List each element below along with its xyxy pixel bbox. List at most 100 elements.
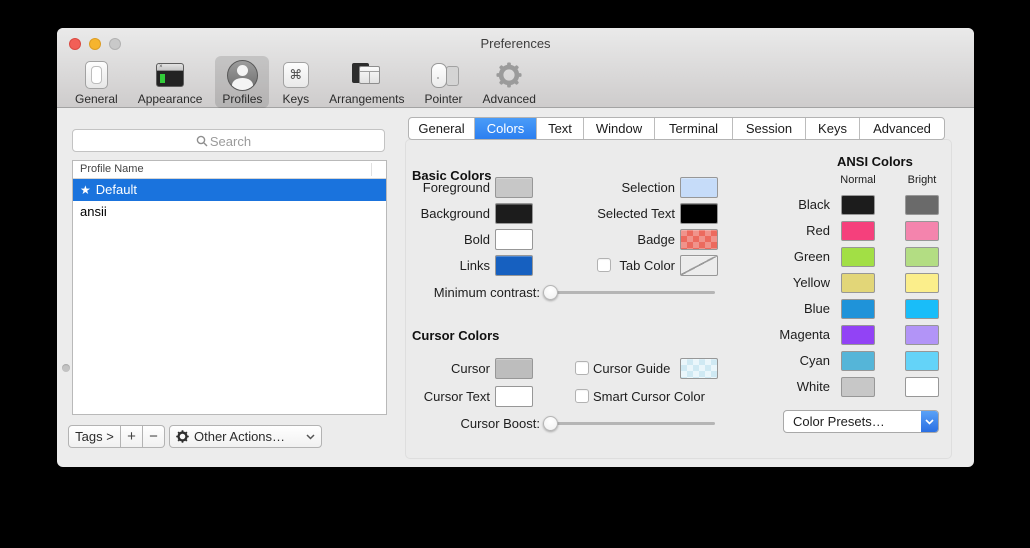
- profile-list: Profile Name ★ Default ansii: [72, 160, 387, 415]
- ansi-white-normal-well[interactable]: [841, 377, 875, 397]
- keys-icon: ⌘: [283, 59, 309, 91]
- ansi-red-bright-well[interactable]: [905, 221, 939, 241]
- smart-cursor-color-checkbox[interactable]: [575, 389, 589, 403]
- background-row: Background: [357, 203, 533, 224]
- toolbar-item-advanced[interactable]: Advanced: [476, 56, 543, 108]
- window-title: Preferences: [57, 36, 974, 51]
- ansi-blue-normal-well[interactable]: [841, 299, 875, 319]
- tab-window[interactable]: Window: [584, 118, 655, 139]
- gear-icon: [496, 59, 522, 91]
- toolbar: General × Appearance Profiles ⌘ Keys: [68, 56, 543, 108]
- ansi-magenta-normal-well[interactable]: [841, 325, 875, 345]
- profile-row-ansii[interactable]: ansii: [73, 201, 386, 223]
- content-area: Profile Name ★ Default ansii Tags > + −: [57, 109, 974, 467]
- bold-row: Bold: [357, 229, 533, 250]
- search-input[interactable]: [73, 130, 388, 153]
- ansi-row-yellow: Yellow: [717, 273, 950, 293]
- profile-list-footer: Tags > + − Other A: [68, 425, 322, 448]
- ansi-magenta-bright-well[interactable]: [905, 325, 939, 345]
- tab-terminal[interactable]: Terminal: [655, 118, 733, 139]
- cursor-guide-color-well[interactable]: [680, 358, 718, 379]
- ansi-row-magenta: Magenta: [717, 325, 950, 345]
- toolbar-item-general[interactable]: General: [68, 56, 125, 108]
- ansi-cyan-bright-well[interactable]: [905, 351, 939, 371]
- badge-row: Badge: [527, 229, 718, 250]
- tab-advanced[interactable]: Advanced: [860, 118, 944, 139]
- profile-tab-bar: General Colors Text Window Terminal Sess…: [408, 117, 945, 140]
- cursor-row: Cursor: [357, 358, 533, 379]
- toolbar-item-keys[interactable]: ⌘ Keys: [275, 56, 316, 108]
- color-presets-dropdown[interactable]: Color Presets…: [783, 410, 939, 433]
- cursor-boost-label-row: Cursor Boost:: [387, 413, 540, 434]
- links-row: Links: [357, 255, 533, 276]
- ansi-yellow-bright-well[interactable]: [905, 273, 939, 293]
- selected-text-row: Selected Text: [527, 203, 718, 224]
- tab-color-well[interactable]: [680, 255, 718, 276]
- toolbar-item-arrangements[interactable]: Arrangements: [322, 56, 411, 108]
- arrangements-icon: [351, 59, 382, 91]
- min-contrast-slider-knob[interactable]: [543, 285, 558, 300]
- chevron-down-icon: [306, 434, 315, 440]
- tab-color-row: Tab Color: [527, 255, 718, 276]
- other-actions-dropdown[interactable]: Other Actions…: [169, 425, 322, 448]
- ansi-green-bright-well[interactable]: [905, 247, 939, 267]
- column-divider: [371, 163, 372, 176]
- toolbar-item-appearance[interactable]: × Appearance: [131, 56, 210, 108]
- ansi-cyan-normal-well[interactable]: [841, 351, 875, 371]
- ansi-black-normal-well[interactable]: [841, 195, 875, 215]
- ansi-row-white: White: [717, 377, 950, 397]
- tab-color-checkbox[interactable]: [597, 258, 611, 272]
- toolbar-item-profiles[interactable]: Profiles: [215, 56, 269, 108]
- appearance-icon: ×: [156, 59, 184, 91]
- toolbar-item-pointer[interactable]: Pointer: [418, 56, 470, 108]
- add-profile-button[interactable]: +: [121, 425, 143, 448]
- dropdown-cap: [921, 411, 938, 432]
- ansi-green-normal-well[interactable]: [841, 247, 875, 267]
- tab-session[interactable]: Session: [733, 118, 806, 139]
- badge-color-well[interactable]: [680, 229, 718, 250]
- foreground-row: Foreground: [357, 177, 533, 198]
- selected-text-color-well[interactable]: [680, 203, 718, 224]
- tab-general[interactable]: General: [409, 118, 475, 139]
- ansi-black-bright-well[interactable]: [905, 195, 939, 215]
- cursor-guide-row: Cursor Guide: [527, 358, 718, 379]
- tab-text[interactable]: Text: [537, 118, 584, 139]
- tab-colors[interactable]: Colors: [475, 118, 537, 139]
- ansi-yellow-normal-well[interactable]: [841, 273, 875, 293]
- tab-keys[interactable]: Keys: [806, 118, 860, 139]
- cursor-text-row: Cursor Text: [357, 386, 533, 407]
- profile-row-default[interactable]: ★ Default: [73, 179, 386, 201]
- window-chrome: Preferences General × Appearance Profile…: [57, 28, 974, 108]
- profile-name: ansii: [80, 204, 107, 219]
- chevron-down-icon: [925, 419, 934, 425]
- profile-list-header: Profile Name: [73, 161, 386, 179]
- remove-profile-button[interactable]: −: [143, 425, 165, 448]
- selection-color-well[interactable]: [680, 177, 718, 198]
- default-star-icon: ★: [80, 183, 91, 197]
- cursor-boost-slider-track[interactable]: [550, 422, 715, 425]
- gear-icon: [176, 430, 189, 443]
- ansi-row-cyan: Cyan: [717, 351, 950, 371]
- general-icon: [85, 59, 108, 91]
- ansi-blue-bright-well[interactable]: [905, 299, 939, 319]
- profiles-icon: [227, 59, 258, 91]
- ansi-row-black: Black: [717, 195, 950, 215]
- search-field[interactable]: [72, 129, 385, 152]
- ansi-white-bright-well[interactable]: [905, 377, 939, 397]
- ansi-colors-heading: ANSI Colors: [837, 154, 913, 169]
- preferences-window: Preferences General × Appearance Profile…: [57, 28, 974, 467]
- ansi-row-red: Red: [717, 221, 950, 241]
- pointer-icon: [429, 59, 459, 91]
- window-edge-dot: [62, 364, 70, 372]
- selection-row: Selection: [527, 177, 718, 198]
- cursor-colors-heading: Cursor Colors: [412, 328, 499, 343]
- bright-column-header: Bright: [902, 174, 942, 186]
- min-contrast-label-row: Minimum contrast:: [387, 282, 540, 303]
- profile-name: Default: [96, 182, 137, 197]
- min-contrast-slider-track[interactable]: [550, 291, 715, 294]
- cursor-boost-slider-knob[interactable]: [543, 416, 558, 431]
- smart-cursor-row: Smart Cursor Color: [527, 386, 718, 407]
- tags-button[interactable]: Tags >: [68, 425, 121, 448]
- cursor-guide-checkbox[interactable]: [575, 361, 589, 375]
- ansi-red-normal-well[interactable]: [841, 221, 875, 241]
